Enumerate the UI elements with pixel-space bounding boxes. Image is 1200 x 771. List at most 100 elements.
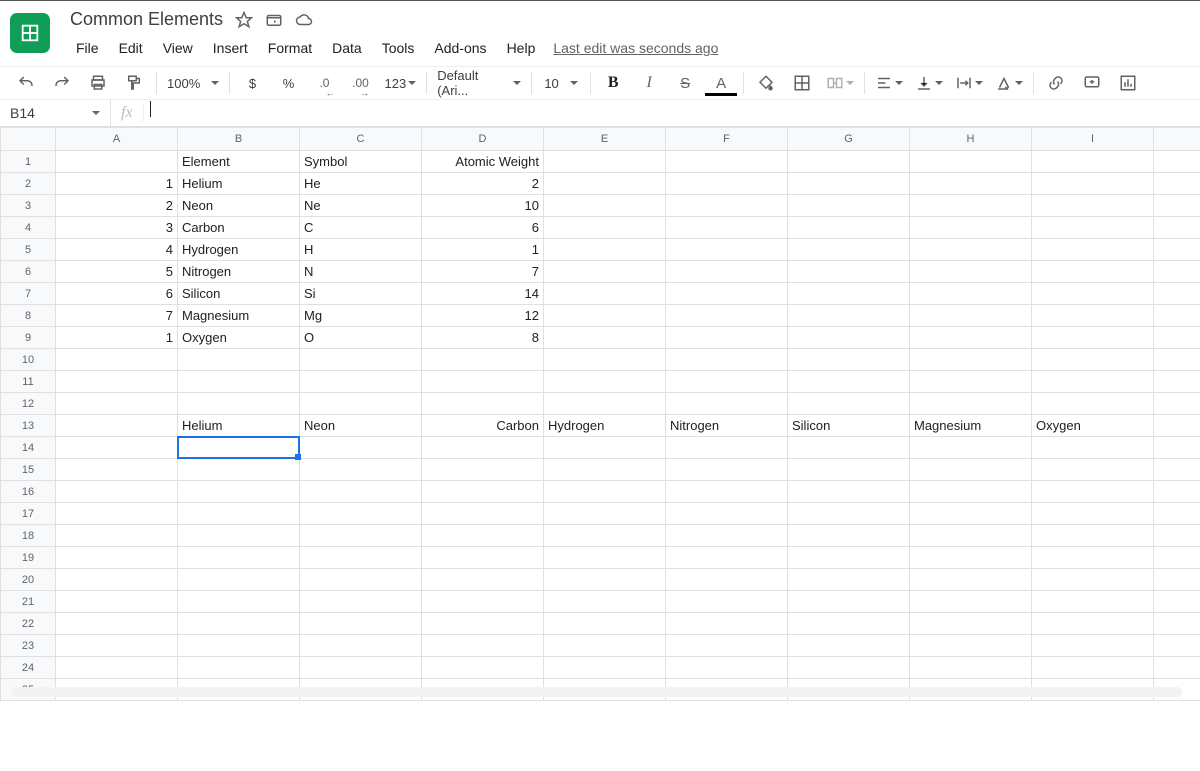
cell-D19[interactable] — [422, 547, 544, 569]
cell-H24[interactable] — [910, 657, 1032, 679]
cell-F17[interactable] — [666, 503, 788, 525]
cell-I20[interactable] — [1032, 569, 1154, 591]
cell-E5[interactable] — [544, 239, 666, 261]
cell-I11[interactable] — [1032, 371, 1154, 393]
cell-H7[interactable] — [910, 283, 1032, 305]
cell-H13[interactable]: Magnesium — [910, 415, 1032, 437]
cell-F21[interactable] — [666, 591, 788, 613]
cell-F9[interactable] — [666, 327, 788, 349]
cell-D23[interactable] — [422, 635, 544, 657]
cell-B20[interactable] — [178, 569, 300, 591]
row-header-1[interactable]: 1 — [1, 151, 56, 173]
cell-E4[interactable] — [544, 217, 666, 239]
cell-D1[interactable]: Atomic Weight — [422, 151, 544, 173]
cell-B13[interactable]: Helium — [178, 415, 300, 437]
menu-format[interactable]: Format — [260, 36, 320, 60]
cell-C21[interactable] — [300, 591, 422, 613]
cell-E18[interactable] — [544, 525, 666, 547]
cell-D20[interactable] — [422, 569, 544, 591]
select-all-corner[interactable] — [1, 128, 56, 151]
cell-J6[interactable] — [1154, 261, 1200, 283]
cell-C19[interactable] — [300, 547, 422, 569]
cell-B21[interactable] — [178, 591, 300, 613]
strikethrough-button[interactable]: S — [667, 70, 703, 96]
cell-J9[interactable] — [1154, 327, 1200, 349]
cell-G22[interactable] — [788, 613, 910, 635]
cell-F3[interactable] — [666, 195, 788, 217]
fill-color-button[interactable] — [748, 70, 784, 96]
cell-G4[interactable] — [788, 217, 910, 239]
row-header-13[interactable]: 13 — [1, 415, 56, 437]
name-box[interactable]: B14 — [0, 100, 111, 126]
cell-D3[interactable]: 10 — [422, 195, 544, 217]
cell-C17[interactable] — [300, 503, 422, 525]
cloud-status-icon[interactable] — [295, 11, 313, 29]
cell-A17[interactable] — [56, 503, 178, 525]
cell-A4[interactable]: 3 — [56, 217, 178, 239]
text-wrap-dropdown[interactable] — [949, 70, 989, 96]
cell-H15[interactable] — [910, 459, 1032, 481]
cell-E20[interactable] — [544, 569, 666, 591]
cell-C11[interactable] — [300, 371, 422, 393]
column-header-F[interactable]: F — [666, 128, 788, 151]
cell-G20[interactable] — [788, 569, 910, 591]
cell-J20[interactable] — [1154, 569, 1200, 591]
cell-B3[interactable]: Neon — [178, 195, 300, 217]
cell-D16[interactable] — [422, 481, 544, 503]
cell-J8[interactable] — [1154, 305, 1200, 327]
cell-J24[interactable] — [1154, 657, 1200, 679]
borders-button[interactable] — [784, 70, 820, 96]
cell-C6[interactable]: N — [300, 261, 422, 283]
cell-F16[interactable] — [666, 481, 788, 503]
cell-B22[interactable] — [178, 613, 300, 635]
text-color-button[interactable]: A — [703, 70, 739, 96]
cell-I21[interactable] — [1032, 591, 1154, 613]
cell-F8[interactable] — [666, 305, 788, 327]
cell-B24[interactable] — [178, 657, 300, 679]
cell-G11[interactable] — [788, 371, 910, 393]
cell-H10[interactable] — [910, 349, 1032, 371]
cell-H1[interactable] — [910, 151, 1032, 173]
cell-G2[interactable] — [788, 173, 910, 195]
cell-E8[interactable] — [544, 305, 666, 327]
cell-F6[interactable] — [666, 261, 788, 283]
cell-B15[interactable] — [178, 459, 300, 481]
cell-C5[interactable]: H — [300, 239, 422, 261]
cell-C22[interactable] — [300, 613, 422, 635]
cell-E13[interactable]: Hydrogen — [544, 415, 666, 437]
column-header-I[interactable]: I — [1032, 128, 1154, 151]
cell-I12[interactable] — [1032, 393, 1154, 415]
doc-title[interactable]: Common Elements — [68, 7, 225, 32]
cell-C24[interactable] — [300, 657, 422, 679]
row-header-20[interactable]: 20 — [1, 569, 56, 591]
cell-G13[interactable]: Silicon — [788, 415, 910, 437]
cell-I5[interactable] — [1032, 239, 1154, 261]
cell-H12[interactable] — [910, 393, 1032, 415]
cell-D6[interactable]: 7 — [422, 261, 544, 283]
cell-B14[interactable] — [178, 437, 300, 459]
cell-F24[interactable] — [666, 657, 788, 679]
cell-E17[interactable] — [544, 503, 666, 525]
cell-D21[interactable] — [422, 591, 544, 613]
cell-D24[interactable] — [422, 657, 544, 679]
cell-C23[interactable] — [300, 635, 422, 657]
cell-H5[interactable] — [910, 239, 1032, 261]
formula-bar[interactable] — [144, 100, 1200, 126]
cell-I7[interactable] — [1032, 283, 1154, 305]
row-header-2[interactable]: 2 — [1, 173, 56, 195]
row-header-16[interactable]: 16 — [1, 481, 56, 503]
font-family-dropdown[interactable]: Default (Ari... — [431, 70, 527, 96]
cell-J17[interactable] — [1154, 503, 1200, 525]
cell-G6[interactable] — [788, 261, 910, 283]
cell-F23[interactable] — [666, 635, 788, 657]
cell-F19[interactable] — [666, 547, 788, 569]
vertical-align-dropdown[interactable] — [909, 70, 949, 96]
cell-C8[interactable]: Mg — [300, 305, 422, 327]
cell-J16[interactable] — [1154, 481, 1200, 503]
cell-J10[interactable] — [1154, 349, 1200, 371]
print-button[interactable] — [80, 70, 116, 96]
column-header-J[interactable]: J — [1154, 128, 1200, 151]
cell-C15[interactable] — [300, 459, 422, 481]
cell-G8[interactable] — [788, 305, 910, 327]
cell-H16[interactable] — [910, 481, 1032, 503]
